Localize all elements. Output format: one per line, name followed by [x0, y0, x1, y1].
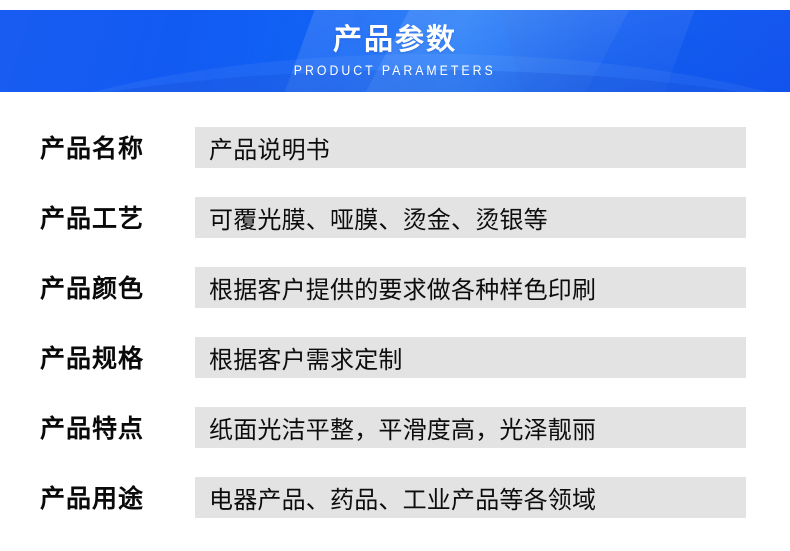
spec-label: 产品用途: [40, 484, 145, 513]
spec-row: 产品工艺 可覆光膜、哑膜、烫金、烫银等: [0, 182, 790, 252]
spec-row: 产品规格 根据客户需求定制: [0, 322, 790, 392]
page-subtitle: PRODUCT PARAMETERS: [294, 61, 496, 78]
spec-value-box: 纸面光洁平整，平滑度高，光泽靓丽: [195, 407, 746, 448]
spec-label: 产品规格: [40, 344, 145, 373]
spec-label: 产品工艺: [40, 204, 145, 233]
spec-value: 电器产品、药品、工业产品等各领域: [209, 486, 597, 514]
spec-row: 产品颜色 根据客户提供的要求做各种样色印刷: [0, 252, 790, 322]
spec-row: 产品用途 电器产品、药品、工业产品等各领域: [0, 462, 790, 532]
spec-label: 产品名称: [40, 134, 145, 163]
spec-value-box: 可覆光膜、哑膜、烫金、烫银等: [195, 197, 746, 238]
spec-row: 产品名称 产品说明书: [0, 112, 790, 182]
spec-value-box: 根据客户提供的要求做各种样色印刷: [195, 267, 746, 308]
spec-value: 纸面光洁平整，平滑度高，光泽靓丽: [209, 416, 597, 444]
spec-value: 根据客户需求定制: [209, 346, 403, 374]
spec-row: 产品特点 纸面光洁平整，平滑度高，光泽靓丽: [0, 392, 790, 462]
spec-value: 根据客户提供的要求做各种样色印刷: [209, 276, 597, 304]
spec-label: 产品特点: [40, 414, 145, 443]
spec-value-box: 根据客户需求定制: [195, 337, 746, 378]
spec-value-box: 电器产品、药品、工业产品等各领域: [195, 477, 746, 518]
product-parameters-page: 产品参数 PRODUCT PARAMETERS 产品名称 产品说明书 产品工艺 …: [0, 0, 790, 551]
page-header-banner: 产品参数 PRODUCT PARAMETERS: [0, 10, 790, 92]
spec-table: 产品名称 产品说明书 产品工艺 可覆光膜、哑膜、烫金、烫银等 产品颜色 根据客户…: [0, 112, 790, 532]
spec-value-box: 产品说明书: [195, 127, 746, 168]
page-title: 产品参数: [332, 22, 457, 57]
spec-value: 产品说明书: [209, 136, 330, 164]
spec-label: 产品颜色: [40, 274, 145, 303]
spec-value: 可覆光膜、哑膜、烫金、烫银等: [209, 206, 548, 234]
banner-text-group: 产品参数 PRODUCT PARAMETERS: [0, 10, 790, 92]
